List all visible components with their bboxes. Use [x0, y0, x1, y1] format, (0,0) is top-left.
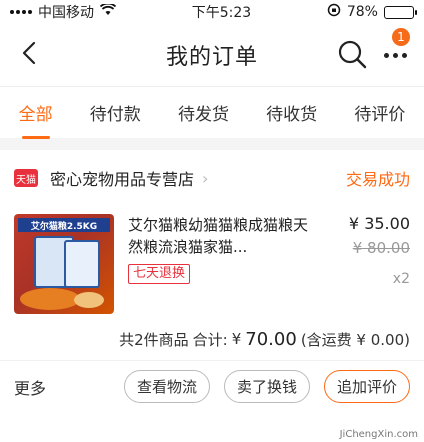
- item-info: 艾尔猫粮幼猫猫粮成猫粮天然粮流浪猫家猫... 七天退换 ¥ 35.00 ¥ 80…: [114, 214, 410, 318]
- order-summary: 共2件商品 合计: ¥ 70.00 (含运费 ¥ 0.00): [0, 318, 424, 360]
- page-title: 我的订单: [165, 45, 258, 70]
- search-button[interactable]: [336, 38, 368, 70]
- shop-name[interactable]: 密心宠物用品专营店: [50, 166, 194, 190]
- total-label: 合计:: [192, 330, 228, 349]
- status-right: 78%: [327, 3, 417, 21]
- tab-pending-review[interactable]: 待评价: [352, 92, 407, 133]
- signal-icon: [10, 10, 32, 14]
- product-bag-shape: [64, 240, 100, 288]
- shop-row[interactable]: 天猫 密心宠物用品专营店 › 交易成功: [0, 150, 424, 206]
- status-left: 中国移动: [10, 2, 117, 22]
- status-time: 下午5:23: [191, 5, 252, 21]
- battery-icon: [383, 5, 417, 19]
- tab-all[interactable]: 全部: [17, 92, 55, 133]
- product-image[interactable]: 艾尔猫粮2.5KG: [14, 214, 114, 314]
- order-card: 天猫 密心宠物用品专营店 › 交易成功 艾尔猫粮2.5KG 艾尔猫粮幼猫猫粮成猫…: [0, 150, 424, 442]
- more-actions-button[interactable]: 更多: [14, 375, 46, 399]
- search-icon: [338, 40, 367, 69]
- carrier-label: 中国移动: [38, 5, 94, 21]
- total-amount: 70.00: [245, 328, 297, 350]
- tab-pending-payment[interactable]: 待付款: [88, 92, 143, 133]
- total-currency: ¥: [231, 330, 242, 348]
- product-title[interactable]: 艾尔猫粮幼猫猫粮成猫粮天然粮流浪猫家猫...: [128, 214, 308, 258]
- more-dots-icon: [383, 52, 407, 58]
- tab-pending-shipment[interactable]: 待发货: [176, 92, 231, 133]
- rotation-lock-icon: [327, 3, 341, 21]
- order-tabs: 全部 待付款 待发货 待收货 待评价: [0, 86, 424, 138]
- return-policy-tag: 七天退换: [128, 264, 191, 284]
- order-status: 交易成功: [345, 170, 410, 189]
- product-image-banner: 艾尔猫粮2.5KG: [18, 218, 110, 232]
- notification-badge: 1: [392, 28, 410, 46]
- resell-button[interactable]: 卖了换钱: [223, 370, 310, 403]
- back-button[interactable]: [14, 38, 44, 68]
- wifi-icon: [99, 2, 117, 20]
- add-review-button[interactable]: 追加评价: [323, 370, 410, 403]
- product-food-shape: [74, 292, 104, 308]
- watermark: JiChengXin.com: [339, 429, 418, 440]
- product-quantity: x2: [392, 271, 410, 287]
- order-actions: 更多 查看物流 卖了换钱 追加评价: [0, 360, 424, 412]
- chevron-left-icon: [22, 41, 36, 65]
- shipping-fee: (含运费 ¥ 0.00): [300, 330, 410, 349]
- view-logistics-button[interactable]: 查看物流: [123, 370, 210, 403]
- price-column: ¥ 35.00 ¥ 80.00 x2: [349, 214, 410, 287]
- item-count: 共2件商品: [119, 330, 189, 349]
- chevron-right-icon: ›: [202, 168, 209, 188]
- product-price: ¥ 35.00: [348, 214, 410, 233]
- battery-percent: 78%: [346, 4, 378, 20]
- order-item[interactable]: 艾尔猫粮2.5KG 艾尔猫粮幼猫猫粮成猫粮天然粮流浪猫家猫... 七天退换 ¥ …: [0, 206, 424, 318]
- product-food-shape: [20, 288, 80, 310]
- status-bar: 中国移动 下午5:23 78%: [0, 0, 424, 24]
- tmall-icon: 天猫: [14, 169, 38, 187]
- original-price: ¥ 80.00: [352, 239, 410, 257]
- nav-bar: 我的订单 1: [0, 24, 424, 86]
- tab-pending-receipt[interactable]: 待收货: [264, 92, 319, 133]
- more-button[interactable]: [378, 40, 412, 70]
